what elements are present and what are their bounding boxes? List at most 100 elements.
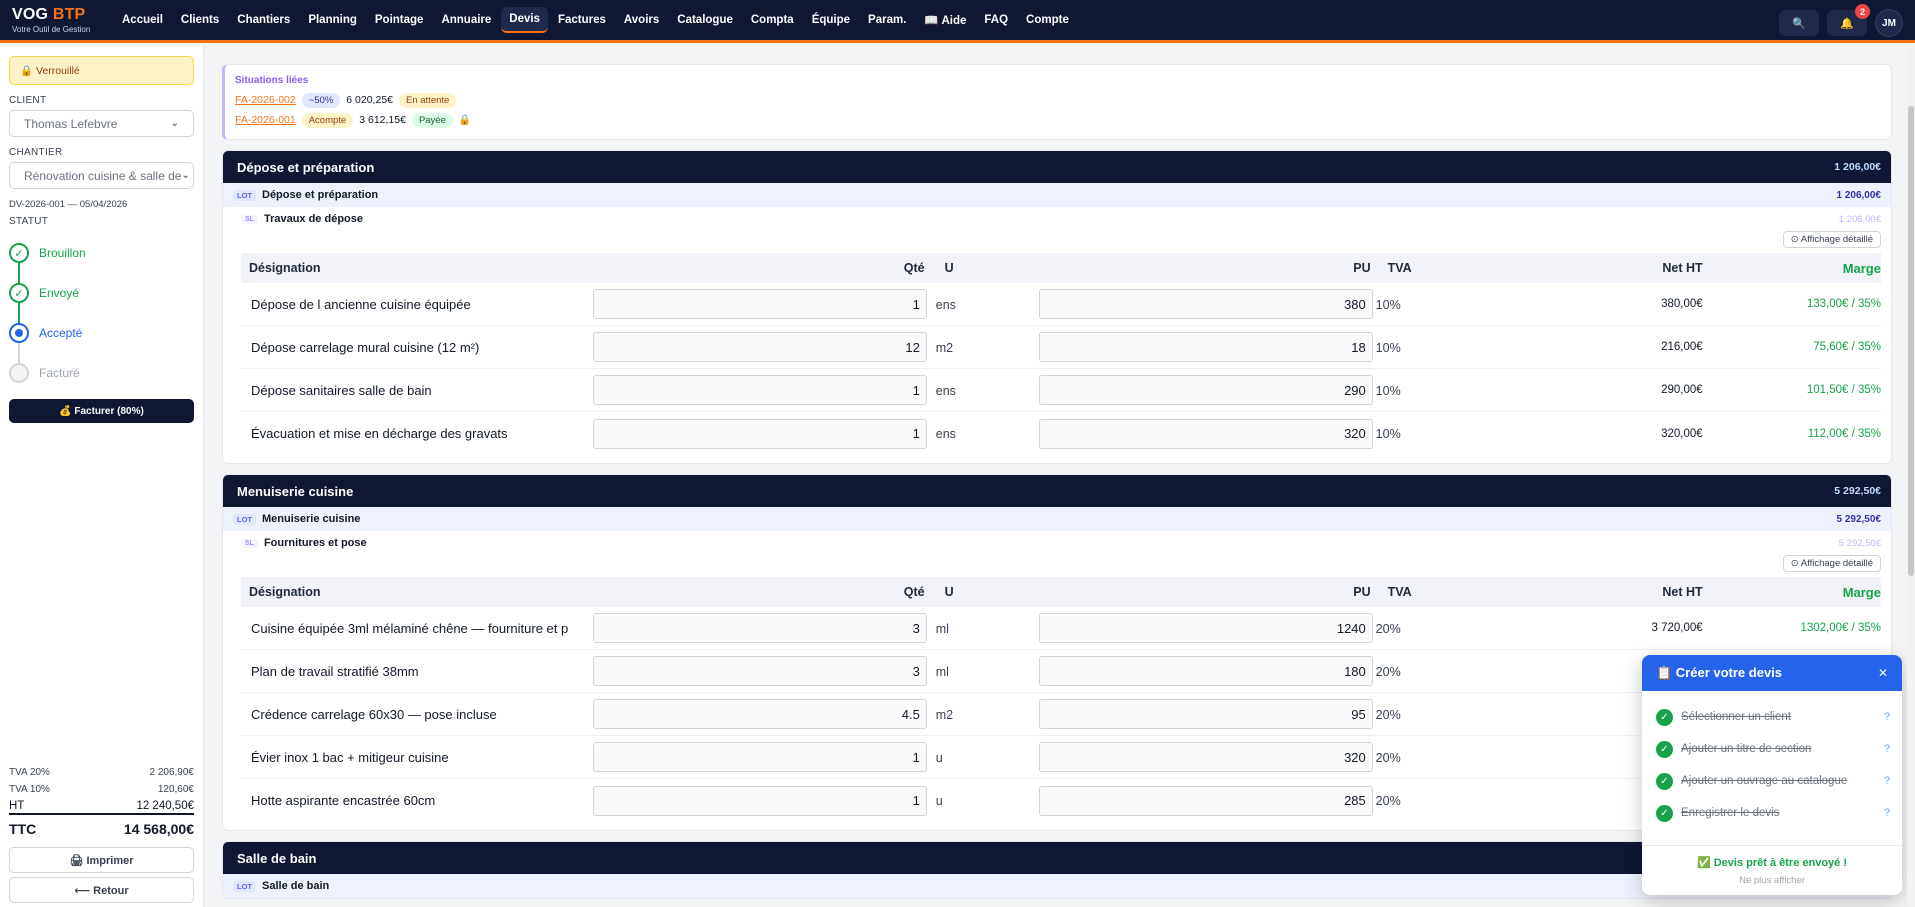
tva20-row: TVA 20% 2 206,90€ xyxy=(9,764,194,781)
nav-item-14[interactable]: FAQ xyxy=(976,8,1016,32)
sidebar: 🔒 Verrouillé CLIENT Thomas Lefebvre ⌄ CHA… xyxy=(0,46,204,907)
step-brouillon[interactable]: ✓ Brouillon xyxy=(9,233,194,273)
dismiss-link[interactable]: Ne plus afficher xyxy=(1642,875,1902,886)
scroll-thumb[interactable] xyxy=(1908,106,1914,576)
unit-value: ml xyxy=(935,621,949,636)
qty-input[interactable]: 3 xyxy=(592,613,927,643)
wizard-step[interactable]: ✓ Ajouter un ouvrage au catalogue? xyxy=(1656,765,1890,797)
nav-item-5[interactable]: Annuaire xyxy=(433,8,499,32)
step-envoye[interactable]: ✓ Envoyé xyxy=(9,273,194,313)
avatar[interactable]: JM xyxy=(1875,9,1903,37)
qty-input[interactable]: 12 xyxy=(592,332,927,362)
qty-input[interactable]: 4.5 xyxy=(592,699,927,729)
qty-input[interactable]: 1 xyxy=(592,742,927,772)
wizard-step-left: ✓ Enregistrer le devis xyxy=(1656,804,1780,822)
logo[interactable]: VOG BTP Votre Outil de Gestion xyxy=(0,6,110,34)
invoice-button[interactable]: 💰 Facturer (80%) xyxy=(9,399,194,423)
item-designation[interactable]: Évacuation et mise en décharge des grava… xyxy=(241,426,593,441)
client-label: CLIENT xyxy=(9,95,47,106)
unit-price-input[interactable]: 180 xyxy=(1038,656,1373,686)
totals-panel: TVA 20% 2 206,90€ TVA 10% 120,60€ HT 12 240… xyxy=(9,764,194,903)
nav-item-10[interactable]: Compta xyxy=(743,8,802,32)
lot-row: LOT Menuiserie cuisine 5 292,50€ xyxy=(223,507,1891,531)
qty-input[interactable]: 3 xyxy=(592,656,927,686)
unit-price-input[interactable]: 320 xyxy=(1038,418,1373,449)
detailed-view-button[interactable]: ⊙ Affichage détaillé xyxy=(1782,555,1881,572)
detailed-view-button[interactable]: ⊙ Affichage détaillé xyxy=(1782,231,1881,248)
nav-item-2[interactable]: Chantiers xyxy=(229,8,298,32)
type-badge: Acompte xyxy=(301,112,354,128)
close-icon[interactable]: ✕ xyxy=(1878,666,1888,680)
invoice-link[interactable]: FA-2026-002 xyxy=(235,94,296,106)
logo-tagline: Votre Outil de Gestion xyxy=(12,24,91,34)
client-select[interactable]: Thomas Lefebvre ⌄ xyxy=(9,110,194,137)
pu-cell: 285 xyxy=(1038,785,1376,816)
print-button[interactable]: 🖨 Imprimer xyxy=(9,847,194,873)
qty-cell: 3 xyxy=(592,656,930,686)
help-icon[interactable]: ? xyxy=(1884,775,1890,787)
invoice-link[interactable]: FA-2026-001 xyxy=(235,114,296,126)
item-designation[interactable]: Évier inox 1 bac + mitigeur cuisine xyxy=(241,750,593,765)
sublot-label-group: SL Travaux de dépose xyxy=(241,213,363,225)
nav-item-11[interactable]: Équipe xyxy=(804,8,858,32)
qty-input[interactable]: 1 xyxy=(592,418,927,449)
ttc-value: 14 568,00€ xyxy=(123,821,194,837)
unit-price-input[interactable]: 320 xyxy=(1038,742,1373,772)
qty-input[interactable]: 1 xyxy=(592,375,927,405)
nav-item-1[interactable]: Clients xyxy=(173,8,227,32)
help-icon[interactable]: ? xyxy=(1884,711,1890,723)
wizard-step[interactable]: ✓ Enregistrer le devis? xyxy=(1656,797,1890,829)
item-designation[interactable]: Hotte aspirante encastrée 60cm xyxy=(241,793,593,808)
back-button[interactable]: ⟵ Retour xyxy=(9,877,194,903)
search-button[interactable]: 🔍 xyxy=(1779,10,1819,36)
unit-price-input[interactable]: 95 xyxy=(1038,699,1373,729)
chantier-select[interactable]: Rénovation cuisine & salle de ⌄ xyxy=(9,162,194,189)
item-designation[interactable]: Dépose de l ancienne cuisine équipée xyxy=(241,297,593,312)
qty-input[interactable]: 1 xyxy=(592,785,927,816)
nav-item-9[interactable]: Catalogue xyxy=(669,8,741,32)
wizard-step[interactable]: ✓ Ajouter un titre de section? xyxy=(1656,733,1890,765)
item-designation[interactable]: Crédence carrelage 60x30 — pose incluse xyxy=(241,707,593,722)
nav-item-8[interactable]: Avoirs xyxy=(616,8,667,32)
qty-input[interactable]: 1 xyxy=(592,289,927,319)
wizard-step[interactable]: ✓ Sélectionner un client? xyxy=(1656,701,1890,733)
linked-situations: Situations liées FA-2026-002 ~50% 6 020,… xyxy=(222,64,1892,140)
nav-item-3[interactable]: Planning xyxy=(300,8,365,32)
wizard-step-label: Enregistrer le devis xyxy=(1681,807,1780,819)
help-icon[interactable]: ? xyxy=(1884,743,1890,755)
item-designation[interactable]: Plan de travail stratifié 38mm xyxy=(241,664,593,679)
table-row: Évacuation et mise en décharge des grava… xyxy=(241,412,1881,455)
item-designation[interactable]: Dépose sanitaires salle de bain xyxy=(241,383,593,398)
unit-price-input[interactable]: 290 xyxy=(1038,375,1373,405)
pu-cell: 320 xyxy=(1038,742,1376,772)
pu-cell: 290 xyxy=(1038,375,1376,405)
nav-item-13[interactable]: 📖 Aide xyxy=(916,7,974,33)
unit-price-input[interactable]: 1240 xyxy=(1038,613,1373,643)
nav-item-6[interactable]: Devis xyxy=(501,7,548,33)
section-header[interactable]: Dépose et préparation 1 206,00€ xyxy=(223,151,1891,183)
nav-item-15[interactable]: Compte xyxy=(1018,8,1077,32)
column-header-qty: Qté xyxy=(903,261,925,275)
nav-item-4[interactable]: Pointage xyxy=(367,8,432,32)
nav-item-12[interactable]: Param. xyxy=(860,8,914,32)
item-designation[interactable]: Dépose carrelage mural cuisine (12 m²) xyxy=(241,340,593,355)
section-total: 1 206,00€ xyxy=(1834,161,1881,173)
tva-cell: 10% xyxy=(1376,340,1435,355)
nav-item-7[interactable]: Factures xyxy=(550,8,614,32)
nav-item-0[interactable]: Accueil xyxy=(114,8,171,32)
step-accepte[interactable]: Accepté xyxy=(9,313,194,353)
section-header[interactable]: Menuiserie cuisine 5 292,50€ xyxy=(223,475,1891,507)
help-icon[interactable]: ? xyxy=(1884,807,1890,819)
scrollbar[interactable] xyxy=(1907,46,1915,907)
unit-price-input[interactable]: 380 xyxy=(1038,289,1373,319)
unit-price-input[interactable]: 285 xyxy=(1038,785,1373,816)
unit-price-input[interactable]: 18 xyxy=(1038,332,1373,362)
tva-cell: 10% xyxy=(1376,383,1435,398)
step-facture[interactable]: Facturé xyxy=(9,353,194,393)
notifications-button[interactable]: 🔔 2 xyxy=(1827,4,1870,36)
lot-label-group: LOT Menuiserie cuisine xyxy=(233,513,360,525)
net-ht-value: 380,00€ xyxy=(1661,298,1703,310)
item-designation[interactable]: Cuisine équipée 3ml mélaminé chêne — fou… xyxy=(241,621,593,636)
pu-cell: 18 xyxy=(1038,332,1376,362)
section-header[interactable]: Salle de bain xyxy=(223,842,1891,874)
